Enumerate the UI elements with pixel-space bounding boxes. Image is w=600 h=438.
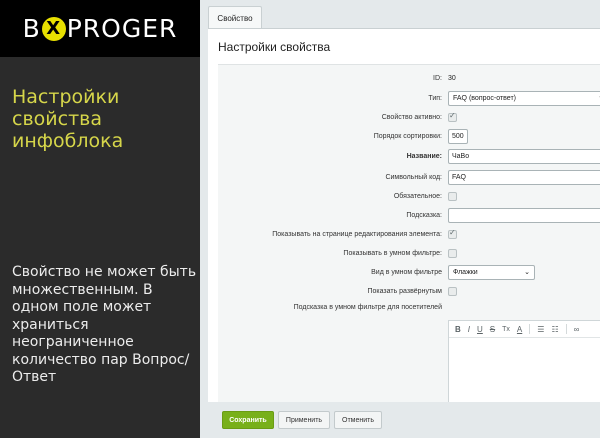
- unordered-list-icon[interactable]: ☷: [551, 325, 558, 334]
- property-form: ID: 30 Тип: FAQ (вопрос-ответ) ▾ Свойств…: [218, 64, 600, 425]
- ordered-list-icon[interactable]: ☰: [537, 325, 544, 334]
- panel-title: Настройки свойства: [218, 40, 331, 54]
- logo-letter-b: B: [22, 14, 41, 43]
- type-label: Тип:: [428, 95, 442, 102]
- strikethrough-icon[interactable]: S: [490, 325, 495, 334]
- toolbar-divider: [565, 324, 567, 334]
- row-hint: Подсказка:: [218, 207, 600, 225]
- row-show-edit: Показывать на странице редактирования эл…: [218, 226, 600, 244]
- link-icon[interactable]: ∞: [574, 325, 580, 334]
- logo-x-icon: X: [41, 16, 66, 41]
- hint-label: Подсказка:: [406, 212, 442, 219]
- bold-icon[interactable]: B: [455, 325, 461, 334]
- sort-label: Порядок сортировки:: [373, 133, 442, 140]
- text-color-icon[interactable]: A: [517, 325, 522, 334]
- smart-filter-checkbox[interactable]: [448, 249, 457, 258]
- save-button[interactable]: Сохранить: [222, 411, 274, 429]
- smart-view-label: Вид в умном фильтре: [371, 269, 442, 276]
- type-select-value: FAQ (вопрос-ответ): [453, 95, 517, 102]
- show-edit-checkbox[interactable]: [448, 228, 457, 239]
- editor-toolbar: B I U S Tx A ☰ ☷ ∞: [449, 321, 600, 338]
- row-smart-view: Вид в умном фильтре Флажки ⌄: [218, 264, 600, 282]
- required-label: Обязательное:: [393, 193, 442, 200]
- required-checkbox[interactable]: [448, 192, 457, 201]
- code-label: Символьный код:: [385, 174, 442, 181]
- smart-view-value: Флажки: [453, 269, 478, 276]
- sort-input[interactable]: 500: [448, 129, 468, 144]
- underline-icon[interactable]: U: [477, 325, 483, 334]
- row-required: Обязательное:: [218, 188, 600, 206]
- hint-input[interactable]: [448, 208, 600, 223]
- row-id: ID: 30: [218, 70, 600, 88]
- active-checkbox[interactable]: [448, 111, 457, 122]
- show-edit-label: Показывать на странице редактирования эл…: [272, 231, 442, 238]
- logo: B X PROGER: [23, 14, 178, 43]
- settings-area: Свойство Настройки свойства ID: 30 Тип: …: [200, 0, 600, 438]
- code-input[interactable]: FAQ: [448, 170, 600, 185]
- settings-panel: Настройки свойства ID: 30 Тип: FAQ (вопр…: [208, 28, 600, 425]
- row-sort: Порядок сортировки: 500: [218, 128, 600, 146]
- apply-button[interactable]: Применить: [278, 411, 330, 429]
- row-active: Свойство активно:: [218, 109, 600, 127]
- smart-view-select[interactable]: Флажки ⌄: [448, 265, 535, 280]
- row-name: Название: ЧаВо: [218, 148, 600, 166]
- expanded-checkbox[interactable]: [448, 287, 457, 296]
- logo-text: PROGER: [66, 14, 178, 43]
- tab-property[interactable]: Свойство: [208, 6, 262, 29]
- toolbar-divider: [529, 324, 531, 334]
- row-smart-filter: Показывать в умном фильтре:: [218, 245, 600, 263]
- cancel-button[interactable]: Отменить: [334, 411, 382, 429]
- active-label: Свойство активно:: [381, 114, 442, 121]
- row-code: Символьный код: FAQ: [218, 169, 600, 187]
- smart-filter-label: Показывать в умном фильтре:: [343, 250, 442, 257]
- clear-format-icon[interactable]: Tx: [502, 326, 510, 333]
- italic-icon[interactable]: I: [468, 325, 470, 334]
- name-label: Название:: [406, 153, 442, 160]
- chevron-down-icon: ⌄: [524, 269, 530, 276]
- id-label: ID:: [433, 75, 442, 82]
- page-title: Настройки свойства инфоблока: [12, 86, 124, 152]
- logo-bar: B X PROGER: [0, 0, 200, 57]
- sidebar-panel: B X PROGER Настройки свойства инфоблока …: [0, 0, 200, 438]
- id-value: 30: [448, 75, 456, 82]
- action-bar: Сохранить Применить Отменить: [208, 402, 600, 438]
- visitor-hint-label: Подсказка в умном фильтре для посетителе…: [293, 304, 442, 311]
- name-input[interactable]: ЧаВо: [448, 149, 600, 164]
- type-select[interactable]: FAQ (вопрос-ответ) ▾: [448, 91, 600, 106]
- description-text: Свойство не может быть множественным. В …: [12, 264, 197, 385]
- row-type: Тип: FAQ (вопрос-ответ) ▾: [218, 90, 600, 108]
- row-visitor-hint: Подсказка в умном фильтре для посетителе…: [218, 299, 600, 317]
